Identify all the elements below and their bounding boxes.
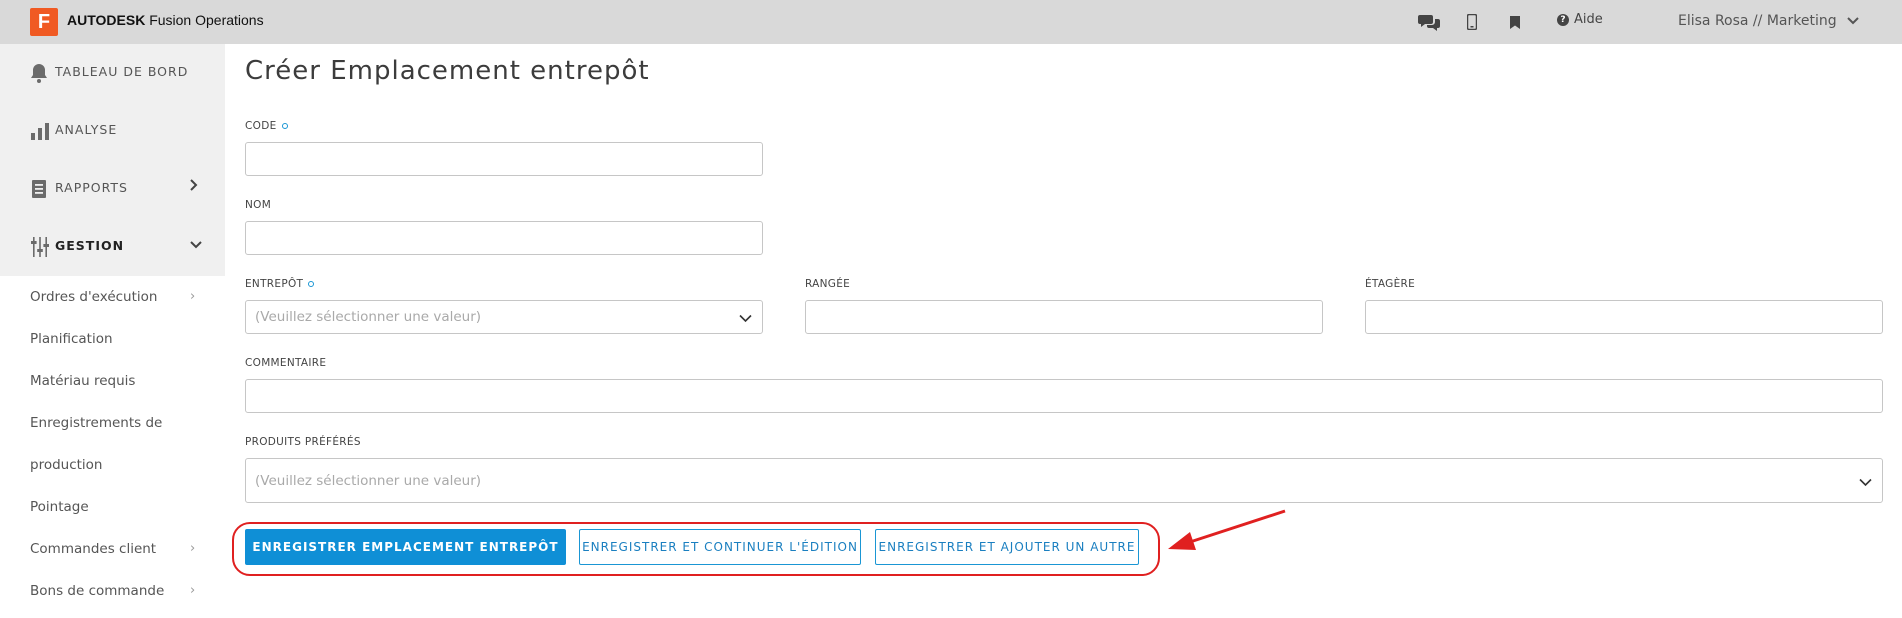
- commentaire-label: COMMENTAIRE: [245, 357, 327, 369]
- sidebar-subitem-label: production: [30, 457, 103, 473]
- sidebar-subitem-enregistrements[interactable]: Enregistrements de: [0, 402, 225, 444]
- annotation-arrow-icon: [1168, 509, 1286, 550]
- sidebar-item-label: ANALYSE: [55, 122, 118, 137]
- chevron-down-icon: [1846, 13, 1859, 29]
- top-bar: F AUTODESK Fusion Operations ? Aide Elis…: [0, 0, 1902, 44]
- chevron-right-icon: ›: [190, 289, 196, 304]
- sidebar-subitem-label: Pointage: [30, 499, 89, 515]
- help-label: Aide: [1574, 12, 1603, 27]
- entrepot-select[interactable]: (Veuillez sélectionner une valeur): [245, 300, 763, 334]
- sidebar-item-label: TABLEAU DE BORD: [55, 64, 189, 79]
- chat-icon[interactable]: [1417, 10, 1441, 34]
- sidebar-subitem-label: Commandes client: [30, 541, 157, 557]
- sidebar-subitem-label: Ordres d'exécution: [30, 289, 158, 305]
- user-label: Elisa Rosa // Marketing: [1678, 13, 1837, 29]
- nom-input[interactable]: [245, 221, 763, 255]
- nom-label: NOM: [245, 199, 272, 211]
- required-indicator-icon: [308, 281, 315, 287]
- chevron-down-icon: [1859, 471, 1872, 490]
- sidebar-item-rapports[interactable]: RAPPORTS: [0, 160, 225, 218]
- etagere-input[interactable]: [1365, 300, 1883, 334]
- bell-icon: [30, 63, 50, 83]
- sidebar-subitem-materiau[interactable]: Matériau requis: [0, 360, 225, 402]
- question-icon: ?: [1557, 13, 1569, 26]
- produits-label: PRODUITS PRÉFÉRÉS: [245, 436, 361, 448]
- sidebar-item-analyse[interactable]: ANALYSE: [0, 102, 225, 160]
- produits-select[interactable]: (Veuillez sélectionner une valeur): [245, 458, 1883, 503]
- etagere-label: ÉTAGÈRE: [1365, 278, 1416, 290]
- commentaire-input[interactable]: [245, 379, 1883, 413]
- chevron-down-icon: [190, 237, 202, 253]
- code-label: CODE: [245, 120, 288, 132]
- mobile-icon[interactable]: [1460, 10, 1484, 34]
- sidebar-subitem-bons-de-commande[interactable]: Bons de commande ›: [0, 570, 225, 612]
- sidebar-subitem-planification[interactable]: Planification: [0, 318, 225, 360]
- chevron-right-icon: ›: [190, 541, 196, 556]
- annotation-highlight: [232, 522, 1160, 576]
- sidebar-item-label: GESTION: [55, 238, 125, 253]
- brand-name: AUTODESK Fusion Operations: [67, 12, 264, 28]
- produits-placeholder: (Veuillez sélectionner une valeur): [255, 472, 482, 489]
- rangee-label: RANGÉE: [805, 278, 851, 290]
- bar-chart-icon: [30, 121, 50, 141]
- sidebar-subitem-label: Planification: [30, 331, 113, 347]
- sliders-icon: [30, 237, 50, 257]
- sidebar-subitem-enregistrements-cont[interactable]: production: [0, 444, 225, 486]
- entrepot-placeholder: (Veuillez sélectionner une valeur): [255, 309, 482, 325]
- page-title: Créer Emplacement entrepôt: [245, 56, 650, 86]
- sidebar-subitem-ordres[interactable]: Ordres d'exécution ›: [0, 276, 225, 318]
- chevron-down-icon: [739, 308, 752, 327]
- chevron-right-icon: [190, 179, 198, 195]
- code-input[interactable]: [245, 142, 763, 176]
- entrepot-label: ENTREPÔT: [245, 278, 315, 290]
- sidebar-subitem-label: Bons de commande: [30, 583, 165, 599]
- user-menu[interactable]: Elisa Rosa // Marketing: [1678, 13, 1859, 29]
- chevron-right-icon: ›: [190, 583, 196, 598]
- sidebar-subitem-label: Enregistrements de: [30, 415, 163, 431]
- bookmark-icon[interactable]: [1503, 10, 1527, 34]
- sidebar: TABLEAU DE BORD ANALYSE RAPPORTS GESTION…: [0, 44, 225, 618]
- help-link[interactable]: ? Aide: [1557, 12, 1603, 27]
- sidebar-subitem-label: Matériau requis: [30, 373, 136, 389]
- sidebar-item-gestion[interactable]: GESTION: [0, 218, 225, 276]
- sidebar-subitem-pointage[interactable]: Pointage: [0, 486, 225, 528]
- report-icon: [30, 179, 50, 199]
- fusion-logo[interactable]: F: [30, 8, 58, 36]
- sidebar-subitem-commandes-client[interactable]: Commandes client ›: [0, 528, 225, 570]
- sidebar-item-label: RAPPORTS: [55, 180, 128, 195]
- rangee-input[interactable]: [805, 300, 1323, 334]
- required-indicator-icon: [281, 123, 288, 129]
- sidebar-item-tableau-de-bord[interactable]: TABLEAU DE BORD: [0, 44, 225, 102]
